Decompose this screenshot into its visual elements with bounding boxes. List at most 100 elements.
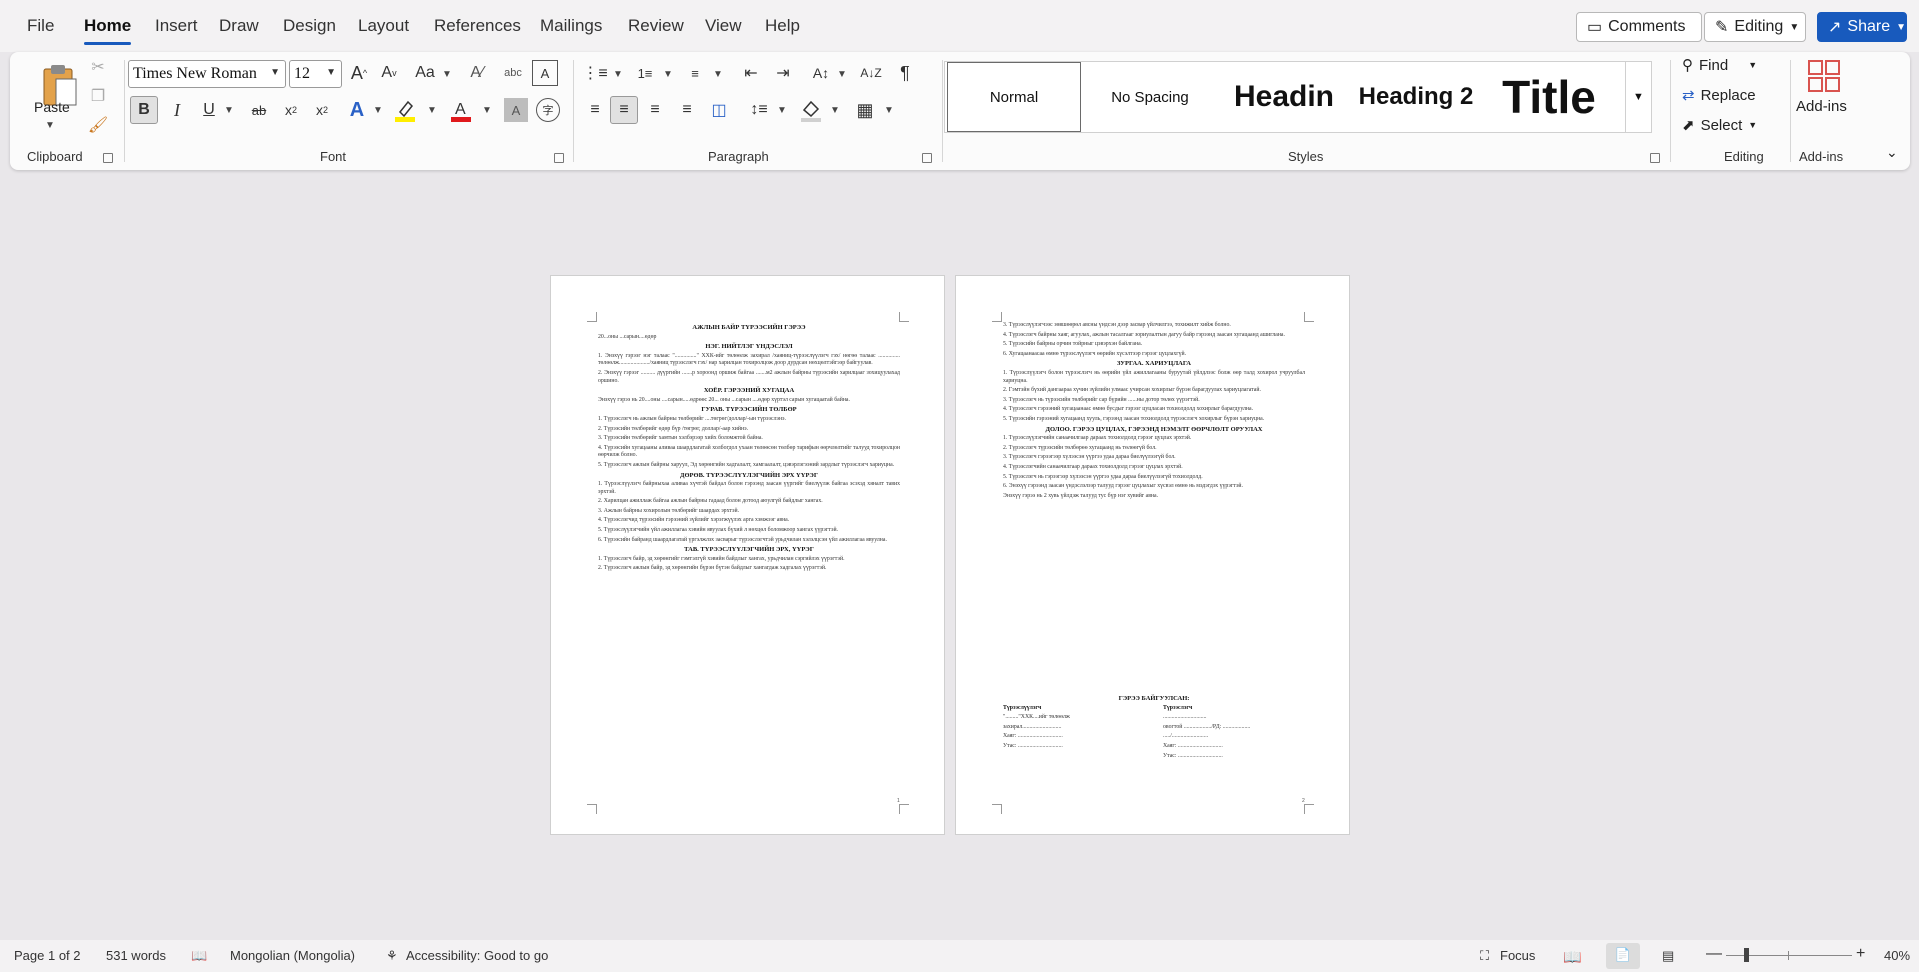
- align-right-icon[interactable]: ≡: [642, 96, 668, 124]
- text-direction-icon[interactable]: A↕: [808, 60, 834, 86]
- enclose-characters-icon[interactable]: 字: [536, 98, 560, 122]
- tab-layout[interactable]: Layout: [358, 16, 409, 36]
- increase-indent-icon[interactable]: ⇥: [770, 60, 796, 86]
- format-painter-icon[interactable]: 🖌: [86, 113, 110, 137]
- tab-design[interactable]: Design: [283, 16, 336, 36]
- multilevel-list-icon[interactable]: ≡: [682, 60, 708, 86]
- chevron-down-icon[interactable]: ▼: [45, 120, 55, 131]
- chevron-down-icon[interactable]: ▼: [373, 105, 383, 116]
- chevron-down-icon[interactable]: ▼: [224, 105, 234, 116]
- tab-home[interactable]: Home: [84, 16, 132, 45]
- font-color-button[interactable]: A: [448, 96, 474, 124]
- align-center-icon[interactable]: ≡: [610, 96, 638, 124]
- superscript-button[interactable]: x2: [309, 96, 335, 124]
- chevron-down-icon[interactable]: ▼: [713, 69, 723, 80]
- styles-more-button[interactable]: ▼: [1625, 62, 1651, 132]
- proofing-icon[interactable]: 📖: [191, 948, 207, 964]
- tab-references[interactable]: References: [434, 16, 521, 36]
- align-left-icon[interactable]: ≡: [582, 96, 608, 124]
- divider: [1670, 60, 1671, 162]
- tab-help[interactable]: Help: [765, 16, 800, 36]
- tab-review[interactable]: Review: [628, 16, 684, 36]
- style-heading-2[interactable]: Heading 2: [1351, 62, 1481, 132]
- read-mode-icon[interactable]: 📖: [1563, 948, 1582, 966]
- highlight-color-button[interactable]: [392, 96, 418, 124]
- chevron-down-icon[interactable]: ▼: [442, 69, 452, 80]
- sort-icon[interactable]: A↓Z: [858, 60, 884, 86]
- grow-font-icon[interactable]: A ^: [346, 60, 372, 86]
- pencil-icon: ✎: [1715, 19, 1729, 36]
- chevron-down-icon[interactable]: ▼: [613, 69, 623, 80]
- word-count[interactable]: 531 words: [106, 948, 166, 963]
- show-formatting-marks-icon[interactable]: ¶: [892, 60, 918, 86]
- clipboard-launcher-icon[interactable]: [103, 153, 113, 163]
- enclose-character-icon[interactable]: A: [532, 60, 558, 86]
- copy-icon[interactable]: ❐: [86, 84, 110, 108]
- style-title[interactable]: Title: [1481, 62, 1617, 132]
- comments-button[interactable]: ▭ Comments: [1576, 12, 1702, 42]
- clear-formatting-icon[interactable]: A∕: [464, 60, 490, 86]
- underline-button[interactable]: U: [196, 96, 222, 124]
- subscript-button[interactable]: x2: [278, 96, 304, 124]
- add-ins-button[interactable]: [1804, 56, 1844, 96]
- document-page-2[interactable]: 3. Түрээслүүлэгчээс зөвшөөрөл авсны үндс…: [955, 275, 1350, 835]
- tab-view[interactable]: View: [705, 16, 742, 36]
- web-layout-icon[interactable]: ▤: [1662, 948, 1674, 964]
- svg-text:A: A: [455, 101, 466, 118]
- paragraph-launcher-icon[interactable]: [922, 153, 932, 163]
- chevron-down-icon[interactable]: ▼: [427, 105, 437, 116]
- styles-launcher-icon[interactable]: [1650, 153, 1660, 163]
- find-button[interactable]: ⚲ Find ▼: [1682, 56, 1757, 75]
- tab-insert[interactable]: Insert: [155, 16, 198, 36]
- justify-icon[interactable]: ≡: [674, 96, 700, 124]
- strikethrough-button[interactable]: ab: [246, 96, 272, 124]
- chevron-down-icon[interactable]: ▼: [482, 105, 492, 116]
- tab-file[interactable]: File: [27, 16, 54, 36]
- shrink-font-icon[interactable]: Av: [376, 60, 402, 86]
- bold-button[interactable]: B: [130, 96, 158, 124]
- tab-mailings[interactable]: Mailings: [540, 16, 602, 36]
- style-no-spacing[interactable]: No Spacing: [1083, 62, 1217, 132]
- chevron-down-icon[interactable]: ▼: [884, 105, 894, 116]
- chevron-down-icon: ▼: [1748, 120, 1758, 130]
- bullets-icon[interactable]: ⋮≡: [582, 60, 608, 86]
- cut-icon[interactable]: ✂: [86, 55, 110, 79]
- change-case-icon[interactable]: Aa: [408, 60, 442, 86]
- phonetic-guide-icon[interactable]: abc: [500, 60, 526, 86]
- collapse-ribbon-icon[interactable]: ⌄: [1886, 144, 1898, 161]
- shading-icon[interactable]: [798, 96, 824, 124]
- accessibility-status[interactable]: Accessibility: Good to go: [406, 948, 548, 963]
- character-shading-icon[interactable]: A: [504, 98, 528, 122]
- replace-button[interactable]: ⇄ Replace: [1682, 86, 1756, 105]
- share-button[interactable]: ↗ Share ▼: [1817, 12, 1907, 42]
- zoom-slider-thumb[interactable]: [1744, 948, 1749, 962]
- distributed-icon[interactable]: ◫: [706, 96, 732, 124]
- select-button[interactable]: ⬈ Select ▼: [1682, 116, 1758, 135]
- chevron-down-icon[interactable]: ▼: [830, 105, 840, 116]
- numbering-icon[interactable]: 1≡: [632, 60, 658, 86]
- decrease-indent-icon[interactable]: ⇤: [738, 60, 764, 86]
- chevron-down-icon[interactable]: ▼: [777, 105, 787, 116]
- font-size-combo[interactable]: 12 ▼: [289, 60, 342, 88]
- editing-mode-button[interactable]: ✎ Editing ▼: [1704, 12, 1806, 42]
- font-name-combo[interactable]: Times New Roman ▼: [128, 60, 286, 88]
- zoom-out-button[interactable]: —: [1706, 945, 1722, 963]
- zoom-level[interactable]: 40%: [1884, 948, 1910, 963]
- italic-button[interactable]: I: [164, 96, 190, 124]
- style-heading-1[interactable]: Headin: [1219, 62, 1349, 132]
- line-spacing-icon[interactable]: ↕≡: [746, 96, 772, 124]
- chevron-down-icon[interactable]: ▼: [837, 69, 847, 80]
- zoom-in-button[interactable]: +: [1856, 945, 1865, 963]
- paragraph: 5. Түрээсийн байрны орчин тойрныг цэвэрх…: [1003, 341, 1143, 348]
- language-status[interactable]: Mongolian (Mongolia): [230, 948, 355, 963]
- document-page-1[interactable]: АЖЛЫН БАЙР ТҮРЭЭСИЙН ГЭРЭЭ 20...оны ...с…: [550, 275, 945, 835]
- page-info[interactable]: Page 1 of 2: [14, 948, 81, 963]
- tab-draw[interactable]: Draw: [219, 16, 259, 36]
- style-normal[interactable]: Normal: [947, 62, 1081, 132]
- text-effects-icon[interactable]: A: [344, 96, 370, 124]
- focus-button[interactable]: Focus: [1500, 948, 1535, 963]
- chevron-down-icon[interactable]: ▼: [663, 69, 673, 80]
- print-layout-icon[interactable]: 📄: [1606, 943, 1640, 969]
- borders-icon[interactable]: ▦: [852, 96, 878, 124]
- font-launcher-icon[interactable]: [554, 153, 564, 163]
